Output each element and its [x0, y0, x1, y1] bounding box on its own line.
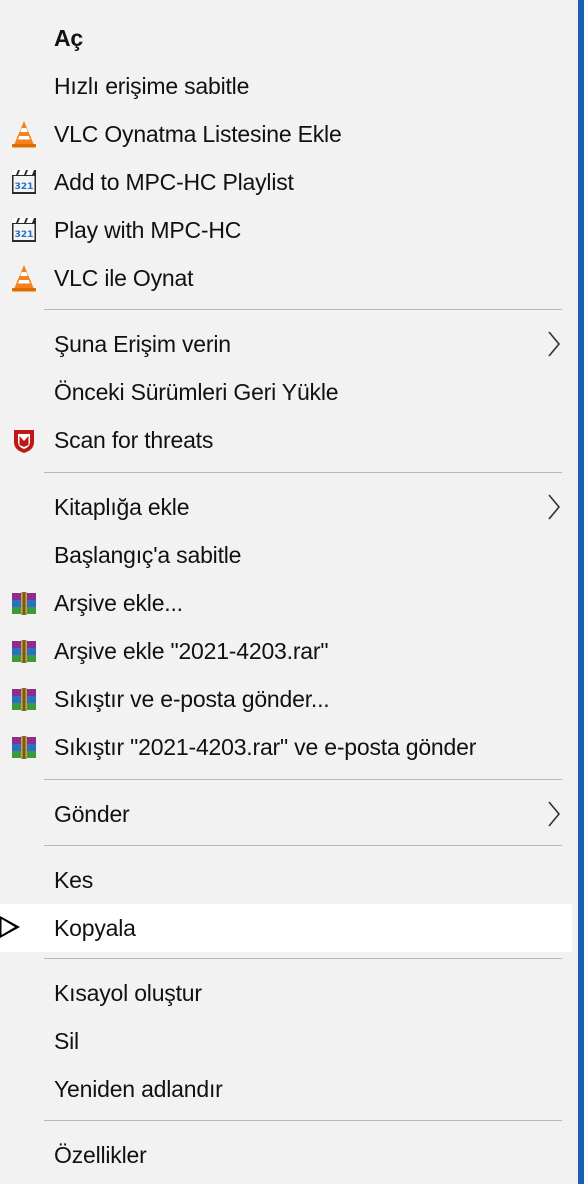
menu-item-label: Önceki Sürümleri Geri Yükle	[54, 378, 339, 405]
menu-item-label: Scan for threats	[54, 426, 214, 453]
menu-item-give-access[interactable]: Şuna Erişim verin	[0, 320, 574, 368]
chevron-right-icon	[548, 801, 561, 827]
menu-item-label: Play with MPC-HC	[54, 216, 242, 243]
menu-item-rename[interactable]: Yeniden adlandır	[0, 1065, 574, 1113]
menu-item-cut[interactable]: Kes	[0, 856, 574, 904]
menu-separator	[44, 472, 562, 473]
menu-item-label: Kısayol oluştur	[54, 979, 202, 1006]
mcafee-shield-icon	[14, 430, 34, 453]
menu-item-vlc-add-playlist[interactable]: VLC Oynatma Listesine Ekle	[0, 110, 574, 158]
menu-item-label: Hızlı erişime sabitle	[54, 72, 250, 99]
menu-item-label: Kitaplığa ekle	[54, 493, 190, 520]
winrar-icon	[12, 688, 36, 711]
vlc-cone-icon	[12, 121, 36, 148]
menu-item-pin-start[interactable]: Başlangıç'a sabitle	[0, 531, 574, 579]
mouse-cursor-icon	[0, 916, 20, 938]
menu-item-delete[interactable]: Sil	[0, 1017, 574, 1065]
chevron-right-icon	[548, 494, 561, 520]
context-menu: Aç Hızlı erişime sabitle VLC Oynatma Lis…	[0, 0, 584, 1184]
menu-item-label: Add to MPC-HC Playlist	[54, 168, 294, 195]
menu-item-compress-email[interactable]: Sıkıştır ve e-posta gönder...	[0, 675, 574, 723]
svg-text:321: 321	[15, 230, 34, 240]
winrar-icon	[12, 592, 36, 615]
menu-item-mpc-play[interactable]: 321 Play with MPC-HC	[0, 206, 574, 254]
menu-item-label: Kopyala	[54, 914, 136, 941]
menu-item-compress-rar-email[interactable]: Sıkıştır "2021-4203.rar" ve e-posta gönd…	[0, 723, 574, 771]
menu-item-scan-threats[interactable]: Scan for threats	[0, 416, 574, 464]
menu-item-copy[interactable]: Kopyala	[0, 904, 572, 952]
mpc-hc-icon: 321	[12, 170, 36, 194]
menu-item-label: Sil	[54, 1027, 79, 1054]
menu-item-label: VLC Oynatma Listesine Ekle	[54, 120, 342, 147]
menu-item-label: Arşive ekle "2021-4203.rar"	[54, 637, 329, 664]
winrar-icon	[12, 736, 36, 759]
menu-separator	[44, 958, 562, 959]
menu-item-properties[interactable]: Özellikler	[0, 1131, 574, 1179]
menu-item-pin-quick-access[interactable]: Hızlı erişime sabitle	[0, 62, 574, 110]
menu-separator	[44, 309, 562, 310]
menu-item-label: Arşive ekle...	[54, 589, 183, 616]
vlc-cone-icon	[12, 265, 36, 292]
menu-item-label: Sıkıştır "2021-4203.rar" ve e-posta gönd…	[54, 733, 477, 760]
winrar-icon	[12, 640, 36, 663]
menu-item-label: Özellikler	[54, 1141, 147, 1168]
menu-item-label: Aç	[54, 24, 84, 51]
menu-separator	[44, 1120, 562, 1121]
menu-item-label: Sıkıştır ve e-posta gönder...	[54, 685, 330, 712]
menu-item-label: Başlangıç'a sabitle	[54, 541, 242, 568]
menu-item-add-archive[interactable]: Arşive ekle...	[0, 579, 574, 627]
menu-item-add-to-library[interactable]: Kitaplığa ekle	[0, 483, 574, 531]
menu-item-restore-versions[interactable]: Önceki Sürümleri Geri Yükle	[0, 368, 574, 416]
mpc-hc-icon: 321	[12, 218, 36, 242]
menu-separator	[44, 779, 562, 780]
menu-item-create-shortcut[interactable]: Kısayol oluştur	[0, 969, 574, 1017]
chevron-right-icon	[548, 331, 561, 357]
menu-item-label: VLC ile Oynat	[54, 264, 194, 291]
menu-item-mpc-add-playlist[interactable]: 321 Add to MPC-HC Playlist	[0, 158, 574, 206]
menu-item-vlc-play[interactable]: VLC ile Oynat	[0, 254, 574, 302]
menu-item-open[interactable]: Aç	[0, 14, 574, 62]
menu-item-label: Kes	[54, 866, 94, 893]
menu-item-add-to-rar[interactable]: Arşive ekle "2021-4203.rar"	[0, 627, 574, 675]
menu-item-label: Gönder	[54, 800, 130, 827]
menu-item-send-to[interactable]: Gönder	[0, 790, 574, 838]
svg-text:321: 321	[15, 182, 34, 192]
menu-item-label: Yeniden adlandır	[54, 1075, 223, 1102]
menu-item-label: Şuna Erişim verin	[54, 330, 231, 357]
menu-separator	[44, 845, 562, 846]
